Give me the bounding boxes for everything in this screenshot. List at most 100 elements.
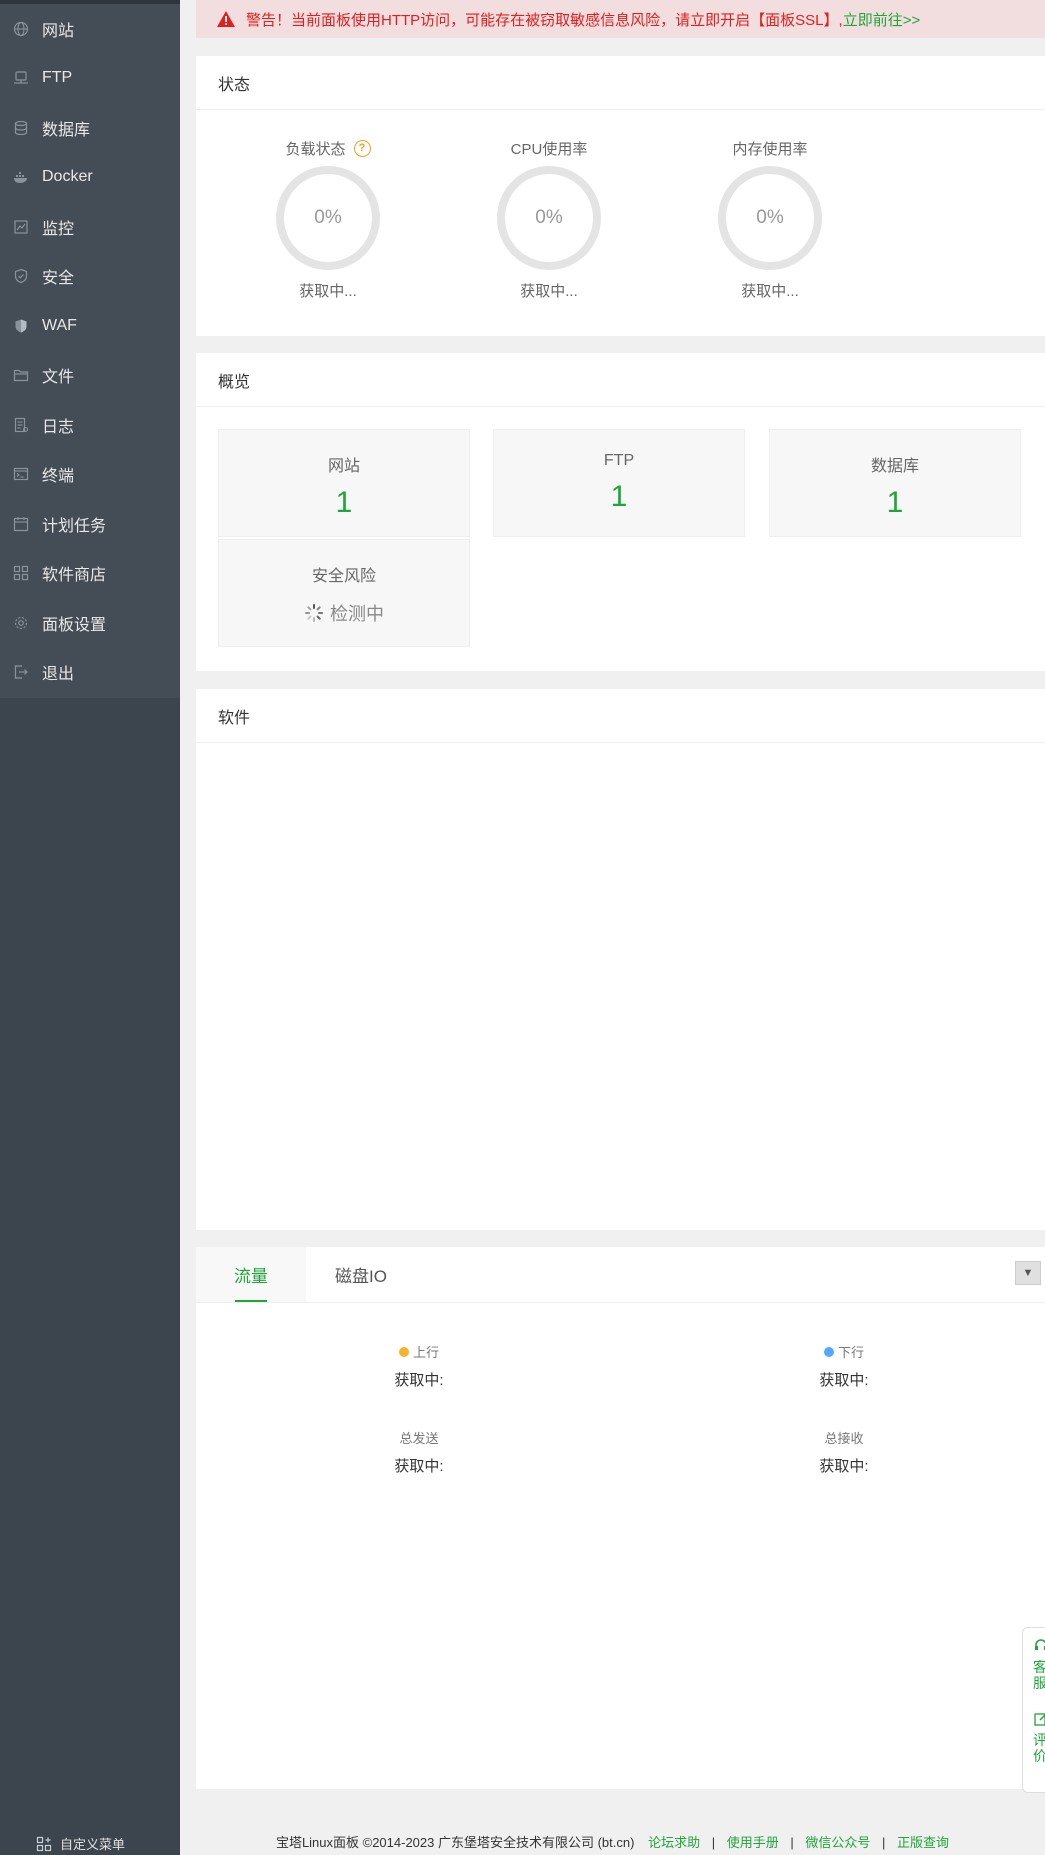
sidebar-item-label: 面板设置: [42, 616, 107, 634]
customer-service-label[interactable]: 客服: [1033, 1659, 1045, 1691]
chevron-down-icon: ▼: [1022, 1267, 1034, 1279]
total-received-stat: 总接收 获取中:: [784, 1428, 904, 1476]
sidebar-item-label: 监控: [42, 220, 75, 238]
upload-value: 获取中:: [394, 1372, 444, 1389]
floating-support-widget[interactable]: 客服 评价: [1022, 1627, 1045, 1793]
sidebar-item-waf[interactable]: WAF: [0, 301, 180, 351]
overview-box-value: 1: [886, 486, 904, 519]
monitor-icon: [12, 218, 30, 236]
waf-shield-icon: [12, 317, 30, 335]
terminal-icon: [12, 465, 30, 483]
download-label: 下行: [837, 1345, 864, 1360]
overview-database-box[interactable]: 数据库 1: [769, 429, 1021, 537]
sidebar-item-monitor[interactable]: 监控: [0, 202, 180, 252]
traffic-tabs: 流量 磁盘IO ▼: [196, 1247, 1045, 1303]
sidebar-item-label: 终端: [42, 468, 75, 486]
sidebar: 网站 FTP 数据库 Docker 监控 安全 WAF 文件 日志 终端 计划任…: [0, 0, 180, 1855]
sidebar-item-label: 软件商店: [42, 567, 107, 585]
wechat-link[interactable]: 微信公众号: [805, 1835, 870, 1850]
total-received-value: 获取中:: [819, 1458, 869, 1475]
footer-separator: |: [711, 1835, 716, 1850]
sidebar-item-website[interactable]: 网站: [0, 4, 180, 54]
shield-icon: [12, 267, 30, 285]
sidebar-item-label: WAF: [42, 316, 77, 334]
sidebar-item-label: 文件: [42, 369, 75, 387]
tab-disk-io-label: 磁盘IO: [335, 1267, 387, 1286]
sidebar-menu: 网站 FTP 数据库 Docker 监控 安全 WAF 文件 日志 终端 计划任…: [0, 4, 180, 697]
overview-ftp-box[interactable]: FTP 1: [493, 429, 745, 537]
overview-box-label: FTP: [603, 452, 635, 469]
folder-icon: [12, 366, 30, 384]
database-icon: [12, 119, 30, 137]
forum-link[interactable]: 论坛求助: [648, 1835, 700, 1850]
footer-separator: |: [790, 1835, 794, 1850]
review-label[interactable]: 评价: [1033, 1732, 1045, 1764]
cpu-gauge-status: 获取中...: [520, 283, 578, 300]
sidebar-item-database[interactable]: 数据库: [0, 103, 180, 153]
sidebar-item-label: 退出: [42, 666, 75, 684]
edit-icon: [1034, 1713, 1045, 1726]
sidebar-item-ftp[interactable]: FTP: [0, 54, 180, 104]
ssl-warning-banner: 警告！当前面板使用HTTP访问，可能存在被窃取敏感信息风险，请立即开启【面板SS…: [196, 0, 1045, 38]
calendar-icon: [12, 515, 30, 533]
total-sent-value: 获取中:: [394, 1458, 444, 1475]
download-dot-icon: [823, 1346, 834, 1357]
status-title: 状态: [196, 56, 1045, 110]
overview-box-label: 网站: [327, 458, 360, 475]
overview-box-value: 1: [335, 486, 353, 519]
sidebar-item-logout[interactable]: 退出: [0, 648, 180, 698]
logout-icon: [12, 663, 30, 681]
cpu-gauge-title: CPU使用率: [510, 140, 588, 158]
overview-security-risk-box[interactable]: 安全风险 检测中: [218, 539, 470, 647]
log-icon: [12, 416, 30, 434]
help-icon[interactable]: ?: [353, 139, 371, 157]
software-title: 软件: [196, 689, 1045, 743]
overview-website-box[interactable]: 网站 1: [218, 429, 470, 537]
memory-gauge-title: 内存使用率: [732, 140, 808, 158]
sidebar-item-files[interactable]: 文件: [0, 351, 180, 401]
gear-icon: [12, 614, 30, 632]
ftp-icon: [12, 69, 30, 87]
sidebar-item-logs[interactable]: 日志: [0, 400, 180, 450]
network-select-dropdown[interactable]: ▼: [1015, 1261, 1041, 1285]
download-stat: 下行 获取中:: [784, 1342, 904, 1390]
status-card: 状态 负载状态 ? 0% 获取中... CPU使用率 0% 获取中... 内存使…: [196, 56, 1045, 336]
manual-link[interactable]: 使用手册: [727, 1835, 779, 1850]
load-gauge-status: 获取中...: [299, 283, 357, 300]
sidebar-item-cron[interactable]: 计划任务: [0, 499, 180, 549]
warning-icon: [217, 11, 235, 27]
traffic-card: 流量 磁盘IO ▼ 上行 获取中: 下行 获取中: 总发送 获取中: 总接收 获…: [196, 1247, 1045, 1789]
security-risk-label: 安全风险: [311, 568, 376, 585]
tab-disk-io[interactable]: 磁盘IO: [306, 1247, 416, 1302]
sidebar-item-settings[interactable]: 面板设置: [0, 598, 180, 648]
overview-card: 概览 网站 1 FTP 1 数据库 1 安全风险 检测中: [196, 353, 1045, 671]
warning-text: 警告！当前面板使用HTTP访问，可能存在被窃取敏感信息风险，请立即开启【面板SS…: [246, 11, 843, 29]
total-received-label: 总接收: [824, 1431, 864, 1446]
sidebar-item-label: 日志: [42, 418, 75, 436]
sidebar-item-docker[interactable]: Docker: [0, 153, 180, 203]
sidebar-item-label: 安全: [42, 270, 75, 288]
enable-ssl-link[interactable]: 立即前往>>: [843, 9, 921, 30]
tab-traffic[interactable]: 流量: [196, 1247, 306, 1302]
custom-menu-icon: [36, 1836, 52, 1851]
total-sent-stat: 总发送 获取中:: [359, 1428, 479, 1476]
custom-menu-button[interactable]: 自定义菜单: [36, 1834, 125, 1853]
globe-icon: [12, 20, 30, 38]
upload-dot-icon: [398, 1346, 409, 1357]
active-tab-indicator: [235, 1300, 267, 1302]
memory-gauge[interactable]: 内存使用率 0% 获取中...: [690, 138, 850, 301]
customer-service-icon: [1035, 1639, 1045, 1650]
sidebar-item-store[interactable]: 软件商店: [0, 549, 180, 599]
cpu-gauge-ring: 0%: [497, 166, 601, 270]
cpu-gauge[interactable]: CPU使用率 0% 获取中...: [469, 138, 629, 301]
load-gauge[interactable]: 负载状态 ? 0% 获取中...: [248, 138, 408, 301]
custom-menu-label: 自定义菜单: [60, 1837, 126, 1852]
sidebar-item-security[interactable]: 安全: [0, 252, 180, 302]
sidebar-item-label: 计划任务: [42, 517, 107, 535]
download-value: 获取中:: [819, 1372, 869, 1389]
copyright-text: 宝塔Linux面板 ©2014-2023 广东堡塔安全技术有限公司 (bt.cn…: [275, 1835, 635, 1850]
security-risk-status: 检测中: [330, 604, 384, 624]
overview-box-value: 1: [610, 480, 628, 513]
sidebar-item-terminal[interactable]: 终端: [0, 450, 180, 500]
license-check-link[interactable]: 正版查询: [897, 1835, 949, 1850]
